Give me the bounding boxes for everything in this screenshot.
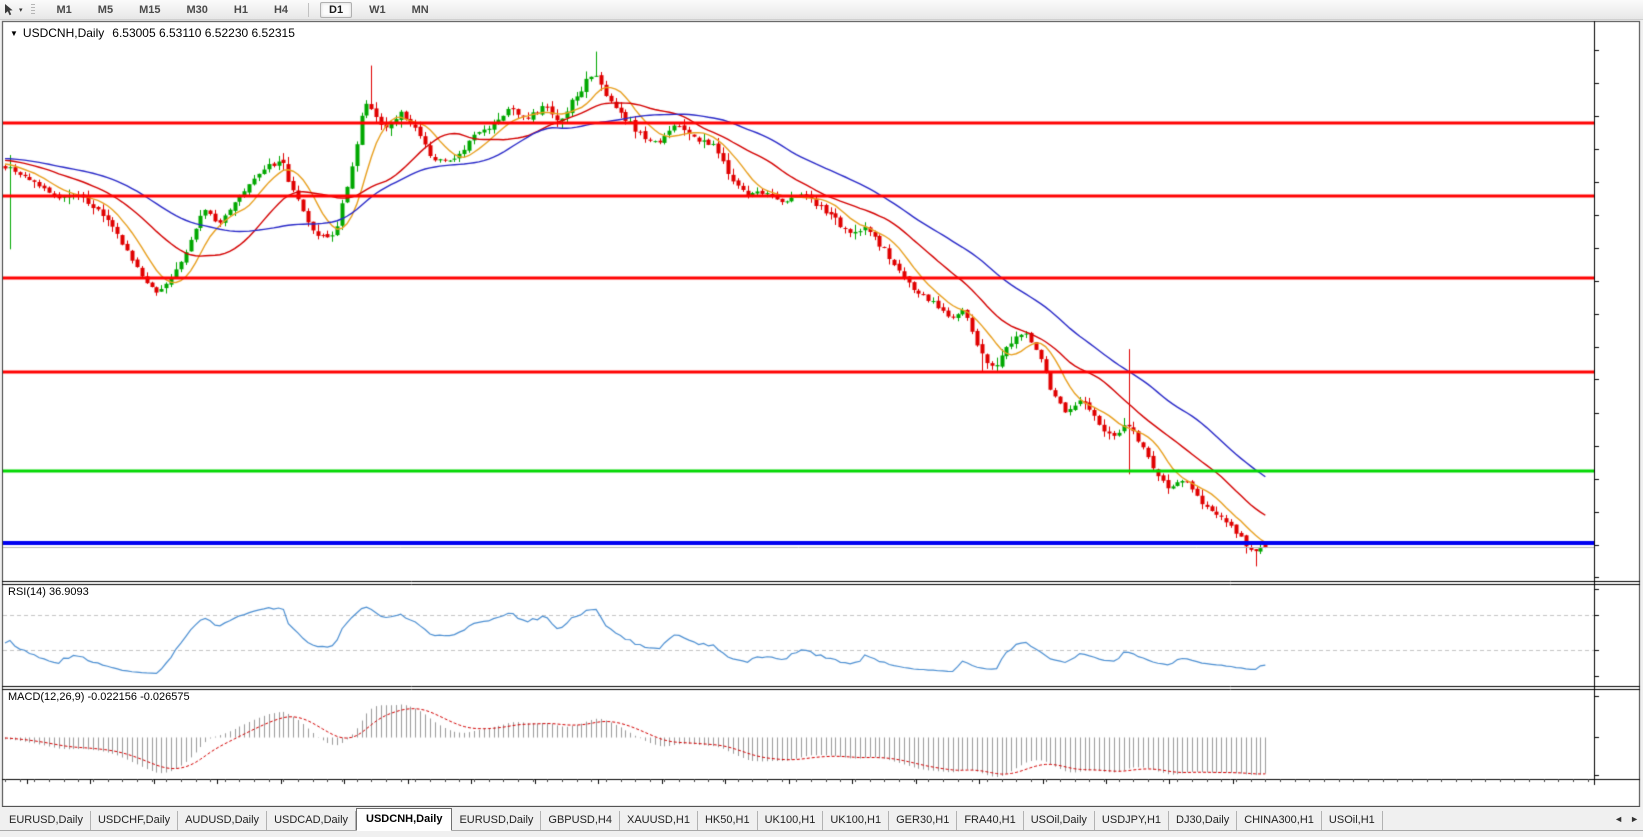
- tab-eurusd-daily[interactable]: EURUSD,Daily: [2, 811, 91, 830]
- tab-usoil-h1[interactable]: USOil,H1: [1322, 811, 1383, 830]
- tab-usdcad-daily[interactable]: USDCAD,Daily: [267, 811, 356, 830]
- tab-usdjpy-h1[interactable]: USDJPY,H1: [1095, 811, 1169, 830]
- tab-scroll-left-icon[interactable]: ◄: [1614, 814, 1623, 824]
- cursor-tool-icon: [3, 3, 16, 16]
- tab-xauusd-h1[interactable]: XAUUSD,H1: [620, 811, 698, 830]
- tab-uk100-h1[interactable]: UK100,H1: [758, 811, 824, 830]
- toolbar-separator: [308, 3, 309, 17]
- tab-dj30-daily[interactable]: DJ30,Daily: [1169, 811, 1237, 830]
- macd-indicator-label: MACD(12,26,9) -0.022156 -0.026575: [8, 691, 190, 703]
- timeframe-button-mn[interactable]: MN: [403, 2, 438, 18]
- tab-fra40-h1[interactable]: FRA40,H1: [957, 811, 1023, 830]
- timeframe-button-h1[interactable]: H1: [225, 2, 257, 18]
- tab-uk100-h1[interactable]: UK100,H1: [823, 811, 889, 830]
- tab-gbpusd-h4[interactable]: GBPUSD,H4: [541, 811, 620, 830]
- chart-title: ▼ USDCNH,Daily 6.53005 6.53110 6.52230 6…: [10, 26, 295, 40]
- toolbar: ▾ M1 M5 M15 M30 H1 H4 D1 W1 MN: [0, 0, 1643, 20]
- timeframe-button-group: M1 M5 M15 M30 H1 H4 D1 W1 MN: [44, 2, 442, 18]
- tab-ger30-h1[interactable]: GER30,H1: [889, 811, 957, 830]
- timeframe-button-m30[interactable]: M30: [177, 2, 216, 18]
- chart-title-caret-icon: ▼: [10, 29, 18, 38]
- toolbar-grip: [31, 4, 35, 16]
- tab-hk50-h1[interactable]: HK50,H1: [698, 811, 758, 830]
- chart-symbol-label: USDCNH,Daily: [23, 26, 104, 40]
- tab-audusd-daily[interactable]: AUDUSD,Daily: [178, 811, 267, 830]
- tab-usdchf-daily[interactable]: USDCHF,Daily: [91, 811, 178, 830]
- timeframe-button-h4[interactable]: H4: [265, 2, 297, 18]
- symbol-tab-bar: EURUSD,DailyUSDCHF,DailyAUDUSD,DailyUSDC…: [0, 808, 1643, 837]
- chevron-down-icon[interactable]: ▾: [19, 6, 23, 14]
- tab-scroll-right-icon[interactable]: ►: [1630, 814, 1639, 824]
- timeframe-button-m15[interactable]: M15: [130, 2, 169, 18]
- timeframe-button-d1[interactable]: D1: [320, 2, 352, 18]
- chart-ohlc-values: 6.53005 6.53110 6.52230 6.52315: [112, 26, 295, 40]
- tab-china300-h1[interactable]: CHINA300,H1: [1237, 811, 1322, 830]
- tab-eurusd-daily[interactable]: EURUSD,Daily: [452, 811, 541, 830]
- timeframe-button-w1[interactable]: W1: [360, 2, 395, 18]
- tab-usdcnh-daily[interactable]: USDCNH,Daily: [356, 808, 452, 831]
- cursor-tool-button[interactable]: ▾: [0, 3, 26, 16]
- timeframe-button-m1[interactable]: M1: [48, 2, 81, 18]
- rsi-indicator-label: RSI(14) 36.9093: [8, 586, 89, 598]
- chart-canvas[interactable]: [0, 0, 1643, 807]
- tab-usoil-daily[interactable]: USOil,Daily: [1024, 811, 1095, 830]
- timeframe-button-m5[interactable]: M5: [89, 2, 122, 18]
